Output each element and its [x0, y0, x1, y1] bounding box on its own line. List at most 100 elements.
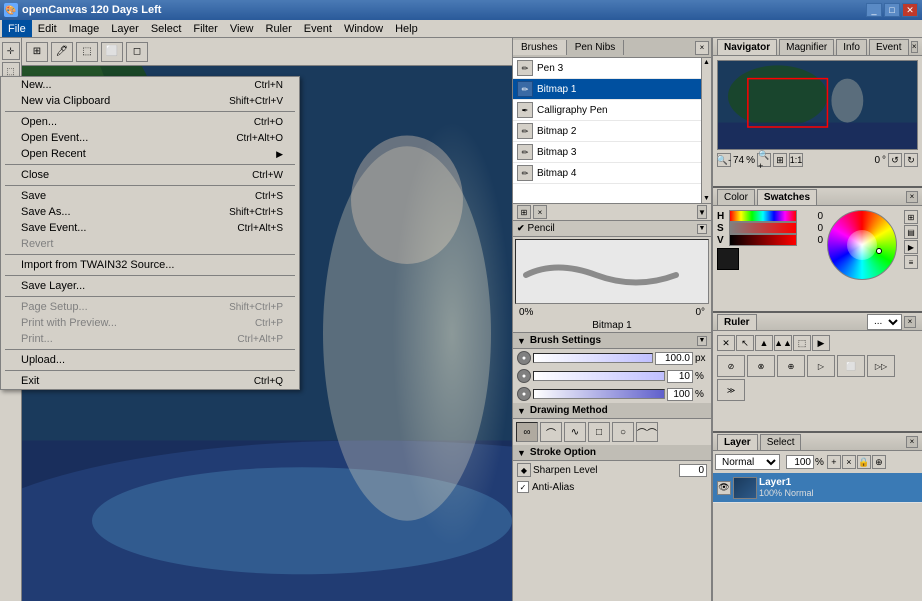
ruler-btn-4[interactable]: ▲▲	[774, 335, 792, 351]
brush-settings-header[interactable]: ▼ Brush Settings ▼	[513, 333, 711, 349]
menu-open[interactable]: Open... Ctrl+O	[1, 114, 299, 130]
scroll-down-arrow[interactable]: ▼	[702, 194, 711, 203]
menu-open-recent[interactable]: Open Recent ▶	[1, 146, 299, 162]
canvas-btn-5[interactable]: ◻	[126, 42, 148, 62]
menu-edit[interactable]: Edit	[32, 20, 63, 37]
brush-scrollbar[interactable]: ▲ ▼	[701, 58, 711, 203]
color-wheel[interactable]	[827, 210, 902, 285]
anti-alias-checkbox[interactable]: ✓	[517, 481, 529, 493]
ruler-btn-6[interactable]: ▶	[812, 335, 830, 351]
menu-select[interactable]: Select	[145, 20, 188, 37]
ruler-btn-3[interactable]: ▲	[755, 335, 773, 351]
tab-pen-nibs[interactable]: Pen Nibs	[567, 40, 625, 55]
color-panel-close[interactable]: ×	[906, 191, 918, 203]
menu-close[interactable]: Close Ctrl+W	[1, 167, 299, 183]
menu-exit[interactable]: Exit Ctrl+Q	[1, 373, 299, 389]
menu-layer[interactable]: Layer	[105, 20, 145, 37]
drawing-icon-arc[interactable]: ⌒	[540, 422, 562, 442]
brush-panel-close[interactable]: ×	[695, 41, 709, 55]
brush-item-pen3[interactable]: ✏ Pen 3	[513, 58, 711, 79]
ruler-btn-5[interactable]: ⬚	[793, 335, 811, 351]
tool-move[interactable]: ✛	[2, 42, 20, 60]
menu-window[interactable]: Window	[338, 20, 389, 37]
menu-save-event[interactable]: Save Event... Ctrl+Alt+S	[1, 220, 299, 236]
zoom-fit-btn[interactable]: ⊞	[773, 153, 787, 167]
menu-file[interactable]: File	[2, 20, 32, 37]
menu-open-event[interactable]: Open Event... Ctrl+Alt+O	[1, 130, 299, 146]
opacity-slider[interactable]	[533, 389, 665, 399]
tab-swatches[interactable]: Swatches	[757, 189, 817, 205]
tab-event[interactable]: Event	[869, 39, 909, 55]
brush-delete-btn[interactable]: ×	[533, 205, 547, 219]
scroll-up-arrow[interactable]: ▲	[702, 58, 711, 67]
brush-item-bitmap3[interactable]: ✏ Bitmap 3	[513, 142, 711, 163]
zoom-in-btn[interactable]: 🔍+	[757, 153, 771, 167]
tab-info[interactable]: Info	[836, 39, 867, 55]
tab-layer[interactable]: Layer	[717, 434, 758, 450]
menu-event[interactable]: Event	[298, 20, 338, 37]
layer-delete-btn[interactable]: ×	[842, 455, 856, 469]
tab-magnifier[interactable]: Magnifier	[779, 39, 834, 55]
grid-btn-6[interactable]: ▷▷	[867, 355, 895, 377]
layer-new-btn[interactable]: +	[827, 455, 841, 469]
settings-scroll[interactable]: ▼	[697, 336, 707, 346]
stroke-option-header[interactable]: ▼ Stroke Option	[513, 445, 711, 461]
layer-visibility-1[interactable]: 👁	[717, 481, 731, 495]
canvas-btn-4[interactable]: ⬜	[101, 42, 123, 62]
grid-btn-4[interactable]: ▷	[807, 355, 835, 377]
maximize-button[interactable]: □	[884, 3, 900, 17]
grid-btn-3[interactable]: ⊕	[777, 355, 805, 377]
tab-ruler[interactable]: Ruler	[717, 314, 757, 330]
tab-color[interactable]: Color	[717, 189, 755, 205]
layer-merge-btn[interactable]: ⊕	[872, 455, 886, 469]
side-btn-1[interactable]: ⊞	[904, 210, 918, 224]
ruler-dropdown[interactable]: ...	[867, 314, 902, 330]
navigator-close[interactable]: ×	[911, 41, 918, 53]
drawing-icon-rect[interactable]: □	[588, 422, 610, 442]
grid-btn-5[interactable]: ⬜	[837, 355, 865, 377]
menu-image[interactable]: Image	[63, 20, 106, 37]
min-size-slider[interactable]	[533, 371, 665, 381]
layer-lock-btn[interactable]: 🔒	[857, 455, 871, 469]
pencil-dropdown[interactable]: ▼	[697, 224, 707, 234]
brush-list[interactable]: ✏ Pen 3 ✏ Bitmap 1 ✒ Calligraphy Pen ✏ B…	[513, 58, 711, 203]
menu-view[interactable]: View	[224, 20, 260, 37]
sat-slider[interactable]	[729, 222, 797, 234]
zoom-out-btn[interactable]: 🔍-	[717, 153, 731, 167]
opacity-value[interactable]	[667, 388, 693, 401]
menu-new-via-clipboard[interactable]: New via Clipboard Shift+Ctrl+V	[1, 93, 299, 109]
drawing-icon-curves[interactable]: ⌒⌒	[636, 422, 658, 442]
layer-panel-close[interactable]: ×	[906, 436, 918, 448]
ruler-close[interactable]: ×	[904, 316, 916, 328]
drawing-method-header[interactable]: ▼ Drawing Method	[513, 403, 711, 419]
ruler-btn-1[interactable]: ✕	[717, 335, 735, 351]
layer-opacity-input[interactable]	[786, 455, 814, 469]
rotate-right-btn[interactable]: ↻	[904, 153, 918, 167]
blend-mode-select[interactable]: Normal	[715, 454, 780, 470]
ruler-btn-2[interactable]: ↖	[736, 335, 754, 351]
layer-list[interactable]: 👁 Layer1 100% Normal	[713, 473, 922, 503]
drawing-icon-wave[interactable]: ∿	[564, 422, 586, 442]
brush-copy-btn[interactable]: ⊞	[517, 205, 531, 219]
brush-panel-scroll[interactable]: ▼	[697, 205, 707, 219]
brush-item-calligraphy[interactable]: ✒ Calligraphy Pen	[513, 100, 711, 121]
menu-new[interactable]: New... Ctrl+N	[1, 77, 299, 93]
tab-navigator[interactable]: Navigator	[717, 39, 777, 55]
minimize-button[interactable]: _	[866, 3, 882, 17]
menu-help[interactable]: Help	[389, 20, 424, 37]
grid-btn-2[interactable]: ⊗	[747, 355, 775, 377]
grid-btn-7[interactable]: ≫	[717, 379, 745, 401]
side-btn-3[interactable]: ▶	[904, 240, 918, 254]
tab-brushes[interactable]: Brushes	[513, 40, 567, 55]
canvas-btn-3[interactable]: ⬚	[76, 42, 98, 62]
drawing-icon-circle[interactable]: ○	[612, 422, 634, 442]
drawing-icon-free[interactable]: ∞	[516, 422, 538, 442]
brush-item-bitmap1[interactable]: ✏ Bitmap 1	[513, 79, 711, 100]
val-slider[interactable]	[729, 234, 797, 246]
layer-row-1[interactable]: 👁 Layer1 100% Normal	[713, 473, 922, 503]
tab-select[interactable]: Select	[760, 434, 802, 450]
menu-upload[interactable]: Upload...	[1, 352, 299, 368]
close-button[interactable]: ✕	[902, 3, 918, 17]
canvas-btn-2[interactable]: 🖊	[51, 42, 73, 62]
brush-item-bitmap4[interactable]: ✏ Bitmap 4	[513, 163, 711, 184]
